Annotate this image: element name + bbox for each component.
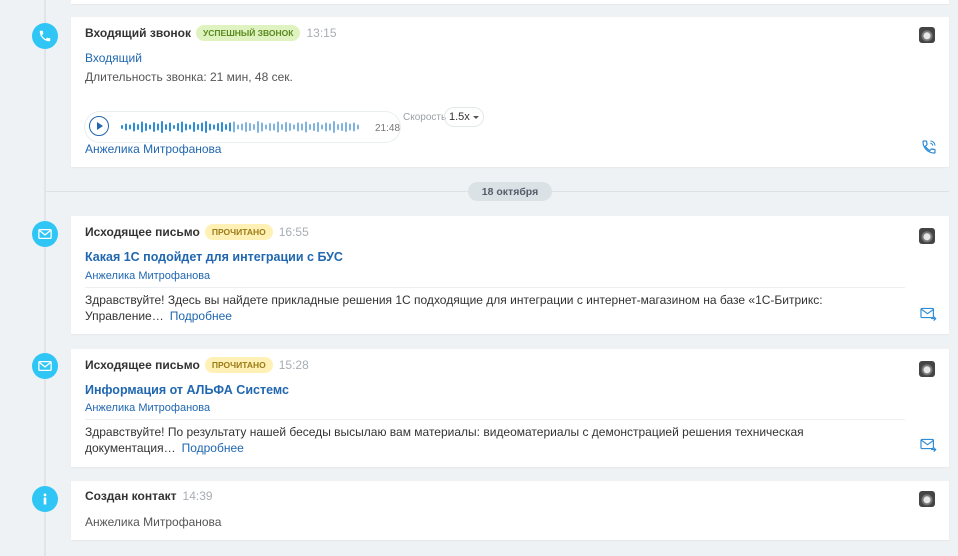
event-time: 14:39 [182, 489, 213, 503]
call-event-icon [32, 23, 58, 49]
event-time: 15:28 [278, 358, 309, 372]
divider [85, 287, 905, 288]
event-title: Создан контакт [85, 489, 177, 503]
event-title: Исходящее письмо [85, 358, 200, 372]
audio-duration: 21:48 [375, 123, 401, 134]
call-duration-text: Длительность звонка: 21 мин, 48 сек. [85, 70, 293, 84]
more-link[interactable]: Подробнее [170, 309, 232, 323]
status-badge: Прочитано [204, 357, 273, 373]
phone-outgoing-icon[interactable] [921, 139, 937, 155]
date-separator: 18 октября [468, 182, 552, 201]
avatar[interactable] [919, 361, 935, 377]
mail-icon [38, 360, 52, 372]
email-event-icon [32, 221, 58, 247]
play-button[interactable] [89, 116, 109, 136]
contact-name: Анжелика Митрофанова [85, 515, 222, 529]
speed-select[interactable]: 1.5x [445, 108, 483, 126]
mail-icon [38, 228, 52, 240]
call-event-card: Входящий звонок Успешный звонок 13:15 Вх… [71, 17, 949, 167]
avatar[interactable] [919, 228, 935, 244]
audio-waveform[interactable] [121, 118, 361, 136]
avatar[interactable] [919, 27, 935, 43]
status-badge: Прочитано [204, 224, 273, 240]
avatar[interactable] [919, 491, 935, 507]
email-body: Здравствуйте! Здесь вы найдете прикладны… [85, 292, 845, 324]
phone-icon [39, 30, 51, 42]
info-event-icon [32, 486, 58, 512]
status-badge: Успешный звонок [195, 25, 301, 41]
email-event-icon [32, 353, 58, 379]
author-link[interactable]: Анжелика Митрофанова [85, 270, 210, 282]
previous-card-edge [71, 0, 949, 4]
contact-created-card: Создан контакт 14:39 Анжелика Митрофанов… [71, 481, 949, 540]
mail-send-icon[interactable] [920, 307, 937, 321]
event-time: 13:15 [306, 26, 337, 40]
email-event-card: Исходящее письмо Прочитано 16:55 Какая 1… [71, 216, 949, 334]
email-subject-link[interactable]: Какая 1С подойдет для интеграции с БУС [85, 250, 343, 264]
speed-label: Скорость [403, 112, 447, 123]
info-icon [43, 493, 47, 505]
author-link[interactable]: Анжелика Митрофанова [85, 142, 221, 156]
mail-send-icon[interactable] [920, 438, 937, 452]
event-title: Исходящее письмо [85, 225, 200, 239]
author-link[interactable]: Анжелика Митрофанова [85, 402, 210, 414]
more-link[interactable]: Подробнее [182, 441, 244, 455]
email-event-card: Исходящее письмо Прочитано 15:28 Информа… [71, 349, 949, 467]
audio-player: 21:48 [85, 112, 400, 142]
timeline-line [44, 0, 46, 556]
speed-value: 1.5x [449, 111, 470, 123]
event-title: Входящий звонок [85, 26, 191, 40]
chevron-down-icon [472, 115, 479, 119]
event-time: 16:55 [278, 225, 309, 239]
email-subject-link[interactable]: Информация от АЛЬФА Системс [85, 383, 289, 397]
divider [85, 419, 905, 420]
email-body: Здравствуйте! По результату нашей беседы… [85, 424, 805, 456]
call-direction-link[interactable]: Входящий [85, 51, 142, 65]
